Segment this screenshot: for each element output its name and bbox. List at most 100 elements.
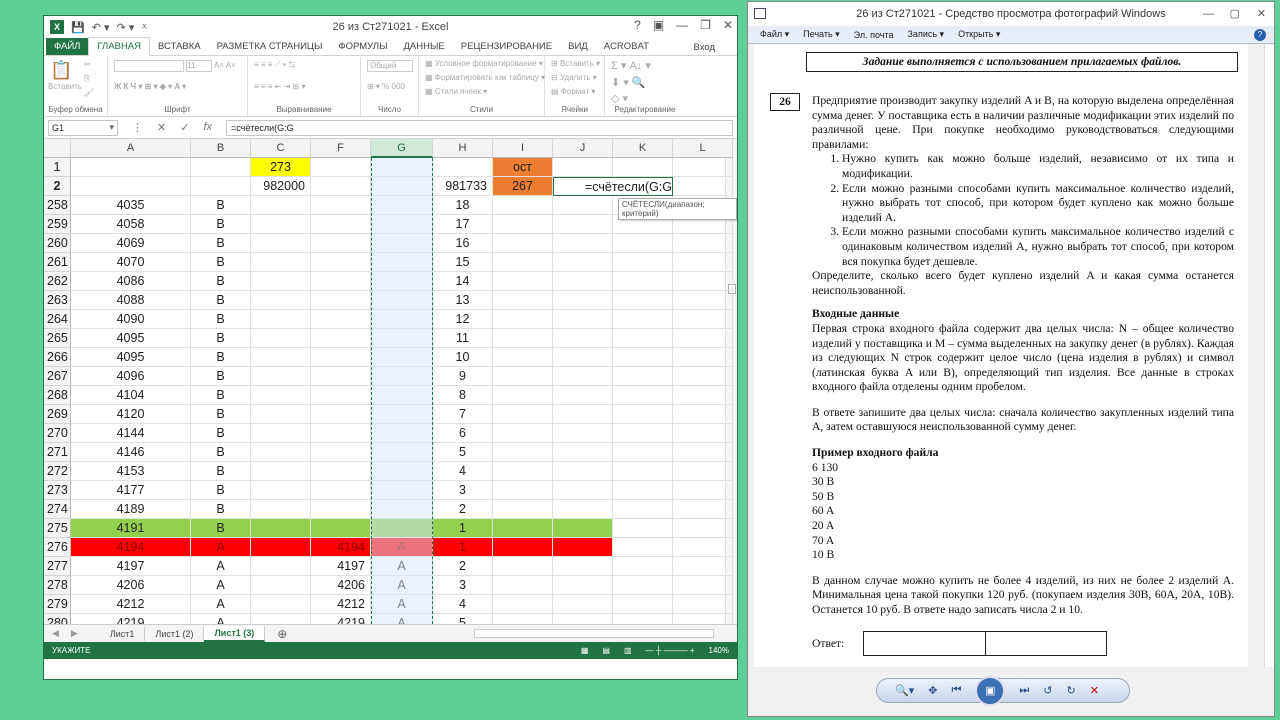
cell-b280[interactable]: A bbox=[191, 614, 251, 624]
cell-a265[interactable]: 4095 bbox=[71, 329, 191, 348]
delete-cells-button[interactable]: ⊟ Удалить ▾ bbox=[551, 73, 597, 82]
column-header-g[interactable]: G bbox=[371, 139, 433, 158]
cut-icon[interactable]: ✂ bbox=[84, 60, 91, 69]
cell-b261[interactable]: B bbox=[191, 253, 251, 272]
cell-l276[interactable] bbox=[673, 538, 733, 557]
cell-l2[interactable] bbox=[673, 177, 733, 196]
cell-h265[interactable]: 11 bbox=[433, 329, 493, 348]
font-style-buttons[interactable]: Ж К Ч ▾ ⊞ ▾ ◆ ▾ A ▾ bbox=[114, 82, 186, 91]
cell-j266[interactable] bbox=[553, 348, 613, 367]
cell-h268[interactable]: 8 bbox=[433, 386, 493, 405]
cell-i1[interactable]: ост bbox=[493, 158, 553, 177]
cell-k268[interactable] bbox=[613, 386, 673, 405]
column-header-k[interactable]: K bbox=[613, 139, 673, 158]
cell-l278[interactable] bbox=[673, 576, 733, 595]
cell-h270[interactable]: 6 bbox=[433, 424, 493, 443]
cell-g280[interactable]: A bbox=[371, 614, 433, 624]
row-header[interactable]: 267 bbox=[44, 367, 71, 386]
cell-k270[interactable] bbox=[613, 424, 673, 443]
cell-h264[interactable]: 12 bbox=[433, 310, 493, 329]
cell-b1[interactable] bbox=[191, 158, 251, 177]
cell-j270[interactable] bbox=[553, 424, 613, 443]
cell-b279[interactable]: A bbox=[191, 595, 251, 614]
sheet-nav-next-icon[interactable]: ▶ bbox=[67, 628, 88, 639]
delete-icon[interactable]: ✕ bbox=[1090, 684, 1099, 697]
cell-h2[interactable]: 981733 bbox=[433, 177, 493, 196]
cell-j1[interactable] bbox=[553, 158, 613, 177]
cell-g261[interactable] bbox=[371, 253, 433, 272]
cell-l280[interactable] bbox=[673, 614, 733, 624]
insert-function-icon[interactable]: fx bbox=[203, 121, 212, 134]
cell-h276[interactable]: 1 bbox=[433, 538, 493, 557]
cell-a276[interactable]: 4194 bbox=[71, 538, 191, 557]
cell-l267[interactable] bbox=[673, 367, 733, 386]
cell-c264[interactable] bbox=[251, 310, 311, 329]
number-buttons[interactable]: ⊞ ▾ % 000 bbox=[367, 82, 405, 91]
rotate-ccw-icon[interactable]: ↺ bbox=[1043, 684, 1052, 697]
menu-email[interactable]: Эл. почта bbox=[854, 30, 894, 40]
ribbon-display-icon[interactable]: ▣ bbox=[653, 18, 664, 32]
cell-l273[interactable] bbox=[673, 481, 733, 500]
cell-l1[interactable] bbox=[673, 158, 733, 177]
row-header[interactable]: 269 bbox=[44, 405, 71, 424]
cell-i269[interactable] bbox=[493, 405, 553, 424]
cell-g262[interactable] bbox=[371, 272, 433, 291]
cell-l264[interactable] bbox=[673, 310, 733, 329]
cell-f276[interactable]: 4194 bbox=[311, 538, 371, 557]
close-icon[interactable]: ✕ bbox=[723, 18, 733, 32]
cell-k272[interactable] bbox=[613, 462, 673, 481]
spreadsheet-grid[interactable]: A B C F G H I J K L 1 273 ост 2 982000 981733 267 =счётес… bbox=[44, 139, 737, 624]
cell-a280[interactable]: 4219 bbox=[71, 614, 191, 624]
paste-icon[interactable]: 📋 bbox=[50, 60, 72, 81]
cell-j274[interactable] bbox=[553, 500, 613, 519]
cell-g270[interactable] bbox=[371, 424, 433, 443]
cell-h273[interactable]: 3 bbox=[433, 481, 493, 500]
cell-g275[interactable] bbox=[371, 519, 433, 538]
cell-l263[interactable] bbox=[673, 291, 733, 310]
cell-b277[interactable]: A bbox=[191, 557, 251, 576]
cell-k263[interactable] bbox=[613, 291, 673, 310]
cell-g263[interactable] bbox=[371, 291, 433, 310]
column-header-j[interactable]: J bbox=[553, 139, 613, 158]
cell-a2[interactable] bbox=[71, 177, 191, 196]
cell-a275[interactable]: 4191 bbox=[71, 519, 191, 538]
formula-input[interactable]: =счётесли(G:G bbox=[226, 119, 733, 136]
cell-f262[interactable] bbox=[311, 272, 371, 291]
column-header-f[interactable]: F bbox=[311, 139, 371, 158]
actual-size-icon[interactable]: ✥ bbox=[928, 684, 937, 697]
cell-l277[interactable] bbox=[673, 557, 733, 576]
cell-j268[interactable] bbox=[553, 386, 613, 405]
cell-k261[interactable] bbox=[613, 253, 673, 272]
cell-styles-button[interactable]: ▦ Стили ячеек ▾ bbox=[425, 87, 487, 96]
view-break-icon[interactable]: ▥ bbox=[624, 646, 632, 655]
row-header[interactable]: 266 bbox=[44, 348, 71, 367]
cell-b274[interactable]: B bbox=[191, 500, 251, 519]
viewer-close-icon[interactable]: ✕ bbox=[1257, 2, 1266, 26]
cell-k260[interactable] bbox=[613, 234, 673, 253]
cell-k273[interactable] bbox=[613, 481, 673, 500]
row-header[interactable]: 277 bbox=[44, 557, 71, 576]
row-header[interactable]: 273 bbox=[44, 481, 71, 500]
cell-h271[interactable]: 5 bbox=[433, 443, 493, 462]
cell-k280[interactable] bbox=[613, 614, 673, 624]
cell-h258[interactable]: 18 bbox=[433, 196, 493, 215]
row-header[interactable]: 262 bbox=[44, 272, 71, 291]
cell-c259[interactable] bbox=[251, 215, 311, 234]
cell-g1[interactable] bbox=[371, 158, 433, 177]
cell-f260[interactable] bbox=[311, 234, 371, 253]
cell-j269[interactable] bbox=[553, 405, 613, 424]
number-format-select[interactable]: Общий bbox=[367, 60, 413, 72]
cell-k264[interactable] bbox=[613, 310, 673, 329]
insert-cells-button[interactable]: ⊞ Вставить ▾ bbox=[551, 59, 600, 68]
cell-c267[interactable] bbox=[251, 367, 311, 386]
cell-j276[interactable] bbox=[553, 538, 613, 557]
cell-i280[interactable] bbox=[493, 614, 553, 624]
menu-open[interactable]: Открыть ▾ bbox=[958, 29, 1000, 40]
cell-l274[interactable] bbox=[673, 500, 733, 519]
cell-g265[interactable] bbox=[371, 329, 433, 348]
cell-c271[interactable] bbox=[251, 443, 311, 462]
cell-b267[interactable]: B bbox=[191, 367, 251, 386]
format-cells-button[interactable]: ▤ Формат ▾ bbox=[551, 87, 595, 96]
cell-a1[interactable] bbox=[71, 158, 191, 177]
cell-f270[interactable] bbox=[311, 424, 371, 443]
